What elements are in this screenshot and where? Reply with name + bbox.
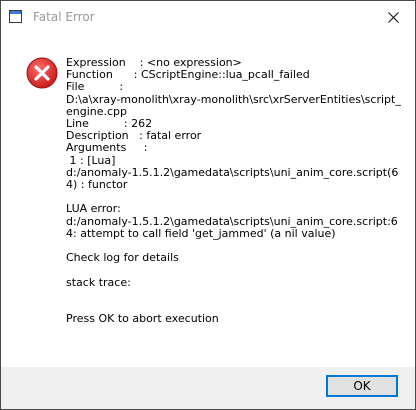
error-dialog: Fatal Error Expression : <no expression>…	[0, 0, 416, 410]
app-window-icon	[9, 10, 22, 23]
ok-button[interactable]: OK	[326, 375, 398, 397]
button-bar: OK	[1, 367, 415, 409]
dialog-body: Expression : <no expression> Function : …	[1, 34, 415, 367]
close-button[interactable]	[371, 1, 415, 34]
error-message: Expression : <no expression> Function : …	[66, 56, 401, 326]
error-icon	[26, 57, 58, 89]
window-title: Fatal Error	[33, 10, 95, 24]
close-icon	[387, 12, 399, 23]
title-bar[interactable]: Fatal Error	[1, 1, 415, 34]
